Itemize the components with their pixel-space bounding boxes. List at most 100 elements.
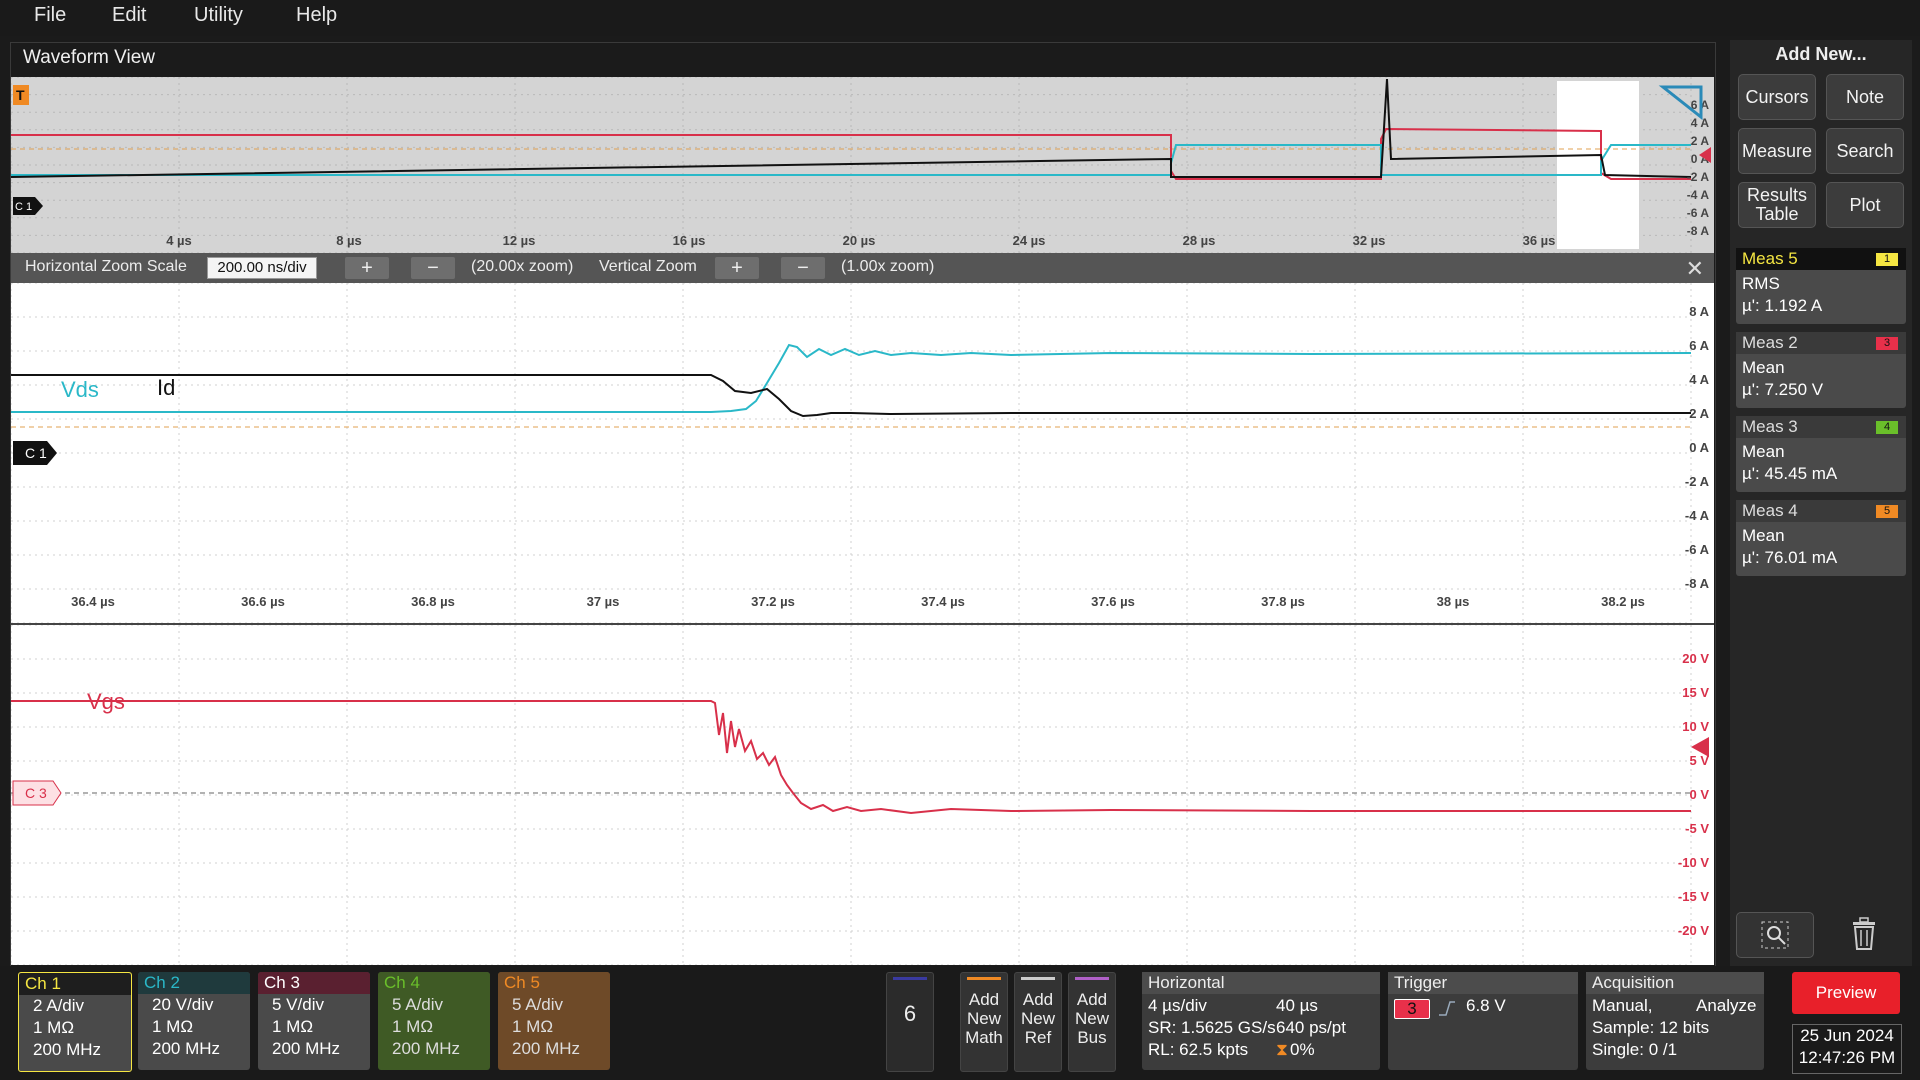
- zoom-toolbar: Horizontal Zoom Scale 200.00 ns/div + − …: [11, 253, 1714, 283]
- vertical-zoom-out-button[interactable]: −: [781, 257, 825, 279]
- measurement-value: µ': 45.45 mA: [1742, 464, 1838, 483]
- measurement-value: µ': 76.01 mA: [1742, 548, 1838, 567]
- measurement-type: Mean: [1742, 526, 1785, 545]
- results-table-button[interactable]: Results Table: [1738, 182, 1816, 228]
- acquisition-panel[interactable]: Acquisition Manual, Analyze Sample: 12 b…: [1586, 972, 1764, 1070]
- cursors-button[interactable]: Cursors: [1738, 74, 1816, 120]
- channel-name: Ch 1: [19, 973, 131, 995]
- tick-label: 37.4 µs: [921, 594, 965, 609]
- overview-ch1-marker-label: C 1: [15, 201, 32, 213]
- plot-button[interactable]: Plot: [1826, 182, 1904, 228]
- vertical-zoom-in-button[interactable]: +: [715, 257, 759, 279]
- menu-edit[interactable]: Edit: [112, 4, 146, 27]
- horizontal-zoom-label: Horizontal Zoom Scale: [25, 258, 187, 275]
- acquisition-sample: Sample: 12 bits: [1592, 1018, 1710, 1037]
- channel-badge[interactable]: Ch 45 A/div 1 MΩ 200 MHz: [378, 972, 490, 1070]
- tick-label: 0 V: [1689, 787, 1709, 802]
- horizontal-zoom-out-button[interactable]: −: [411, 257, 455, 279]
- menu-file[interactable]: File: [34, 4, 66, 27]
- add-bus-stripe: [1075, 977, 1109, 980]
- note-button[interactable]: Note: [1826, 74, 1904, 120]
- channel-badge[interactable]: Ch 12 A/div 1 MΩ 200 MHz: [18, 972, 132, 1072]
- measurement-source-badge: 3: [1876, 337, 1898, 350]
- tick-label: 0 A: [1689, 440, 1709, 455]
- measurement-type: Mean: [1742, 442, 1785, 461]
- measurement-card[interactable]: Meas 4 5 Mean µ': 76.01 mA: [1736, 500, 1906, 576]
- add-new-math-button[interactable]: Add New Math: [960, 972, 1008, 1072]
- tick-label: -15 V: [1678, 889, 1709, 904]
- channel-scale: 5 A/div: [512, 995, 564, 1014]
- menu-utility[interactable]: Utility: [194, 4, 243, 27]
- channel-bandwidth: 200 MHz: [272, 1039, 341, 1058]
- channel-name: Ch 5: [498, 972, 610, 994]
- tick-label: 38 µs: [1437, 594, 1470, 609]
- acquisition-analyze: Analyze: [1696, 996, 1757, 1015]
- measurement-source-badge: 1: [1876, 253, 1898, 266]
- tick-label: 32 µs: [1353, 233, 1386, 248]
- measurement-card[interactable]: Meas 5 1 RMS µ': 1.192 A: [1736, 248, 1906, 324]
- add-new-bus-button[interactable]: Add New Bus: [1068, 972, 1116, 1072]
- tick-label: -6 A: [1685, 542, 1710, 557]
- measure-button[interactable]: Measure: [1738, 128, 1816, 174]
- tick-label: 5 V: [1689, 753, 1709, 768]
- channel-bandwidth: 200 MHz: [152, 1039, 221, 1058]
- add-math-stripe: [967, 977, 1001, 980]
- zoom-plot-voltage[interactable]: Vgs C 3 20 V 15 V 10 V 5 V 0 V -5 V -10 V -15 V…: [10, 624, 1714, 966]
- channel-name: Ch 3: [258, 972, 370, 994]
- waveform-view: Waveform View 4 µs 8 µs 12 µs 16 µs 20 µs 24 …: [10, 42, 1716, 968]
- search-button[interactable]: Search: [1826, 128, 1904, 174]
- tick-label: 36.4 µs: [71, 594, 115, 609]
- add-new-ref-button[interactable]: Add New Ref: [1014, 972, 1062, 1072]
- trigger-panel[interactable]: Trigger 3 6.8 V: [1388, 972, 1578, 1070]
- position-percent: 0%: [1290, 1040, 1315, 1059]
- tick-label: -5 V: [1685, 821, 1709, 836]
- delete-button[interactable]: [1826, 912, 1902, 956]
- trigger-source-badge: 3: [1394, 999, 1430, 1019]
- tick-label: 15 V: [1682, 685, 1709, 700]
- horizontal-zoom-scale-input[interactable]: 200.00 ns/div: [207, 257, 317, 279]
- horizontal-zoom-factor: (20.00x zoom): [471, 258, 574, 275]
- tick-label: 38.2 µs: [1601, 594, 1645, 609]
- tick-label: 24 µs: [1013, 233, 1046, 248]
- tick-label: 2 A: [1691, 134, 1710, 148]
- horizontal-zoom-in-button[interactable]: +: [345, 257, 389, 279]
- menu-help[interactable]: Help: [296, 4, 337, 27]
- zoom-search-button[interactable]: [1736, 912, 1814, 958]
- horizontal-panel[interactable]: Horizontal 4 µs/div 40 µs SR: 1.5625 GS/…: [1142, 972, 1380, 1070]
- overview-plot[interactable]: 4 µs 8 µs 12 µs 16 µs 20 µs 24 µs 28 µs 32 µs 36…: [10, 76, 1714, 254]
- more-channels-stripe: [893, 977, 927, 980]
- preview-button[interactable]: Preview: [1792, 972, 1900, 1014]
- measurement-name: Meas 3 4: [1736, 416, 1906, 438]
- zoom-plot-current[interactable]: Vds Id C 1 36.4 µs 36.6 µs 36.8 µs 37 µs 37.…: [10, 282, 1714, 625]
- close-zoom-icon[interactable]: ✕: [1686, 256, 1704, 282]
- measurement-type: RMS: [1742, 274, 1780, 293]
- trigger-level: 6.8 V: [1466, 996, 1506, 1015]
- tick-label: -6 A: [1687, 206, 1710, 220]
- measurement-card[interactable]: Meas 3 4 Mean µ': 45.45 mA: [1736, 416, 1906, 492]
- sample-rate: SR: 1.5625 GS/s: [1148, 1018, 1276, 1037]
- tick-label: 36.6 µs: [241, 594, 285, 609]
- rising-edge-icon: [1439, 1001, 1455, 1016]
- more-channels-count: 6: [903, 1001, 917, 1026]
- measurement-value: µ': 1.192 A: [1742, 296, 1823, 315]
- measurement-name: Meas 4 5: [1736, 500, 1906, 522]
- tick-label: -2 A: [1685, 474, 1710, 489]
- more-channels-button[interactable]: 6: [886, 972, 934, 1072]
- measurement-source-badge: 4: [1876, 421, 1898, 434]
- measurement-card[interactable]: Meas 2 3 Mean µ': 7.250 V: [1736, 332, 1906, 408]
- channel-badge[interactable]: Ch 35 V/div 1 MΩ 200 MHz: [258, 972, 370, 1070]
- add-ref-label-2: New: [1020, 1009, 1055, 1028]
- tick-label: -8 A: [1687, 224, 1710, 238]
- tick-label: -4 A: [1687, 188, 1710, 202]
- measurement-name: Meas 2 3: [1736, 332, 1906, 354]
- acquisition-single: Single: 0 /1: [1592, 1040, 1678, 1059]
- zoom-window-highlight[interactable]: [1557, 81, 1639, 249]
- acquisition-mode: Manual,: [1592, 996, 1653, 1015]
- tick-label: 37.2 µs: [751, 594, 795, 609]
- tick-label: 12 µs: [503, 233, 536, 248]
- position-icon: ⧗: [1276, 1040, 1288, 1059]
- channel-badge[interactable]: Ch 2 20 V/div 1 MΩ 200 MHz: [138, 972, 250, 1070]
- measurement-title: Meas 2: [1742, 333, 1798, 352]
- tick-label: 6 A: [1689, 338, 1709, 353]
- channel-badge[interactable]: Ch 55 A/div 1 MΩ 200 MHz: [498, 972, 610, 1070]
